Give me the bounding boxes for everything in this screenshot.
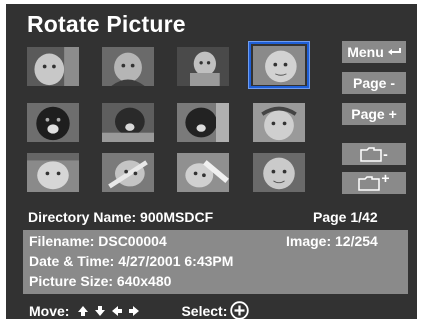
- select-button-icon: [230, 301, 250, 319]
- directory-name: Directory Name: 900MSDCF: [28, 209, 214, 225]
- dog-photo-icon: [102, 103, 154, 142]
- baby-photo-icon: [27, 47, 79, 86]
- thumbnail[interactable]: [173, 43, 233, 89]
- filename-label: Filename: DSC00004: [29, 233, 167, 249]
- baby-photo-icon: [253, 103, 305, 142]
- baby-photo-icon: [27, 153, 79, 192]
- select-label: Select:: [181, 302, 228, 319]
- folder-icon: [358, 175, 381, 191]
- thumbnail[interactable]: [249, 99, 309, 145]
- thumbnail[interactable]: [98, 43, 158, 89]
- rotate-picture-screen: Rotate Picture Menu Page - Page + - + Di…: [6, 4, 417, 319]
- thumbnail[interactable]: [23, 149, 83, 195]
- move-label: Move:: [29, 302, 70, 319]
- right-arrow-icon: [129, 305, 140, 316]
- footer-hints: Move: Select:: [29, 301, 250, 319]
- folder-prev-button[interactable]: -: [342, 143, 406, 165]
- thumbnail[interactable]: [98, 149, 158, 195]
- image-counter: Image: 12/254: [286, 233, 378, 249]
- folder-icon: [360, 146, 382, 162]
- return-arrow-icon: [387, 48, 401, 55]
- page-next-button[interactable]: Page +: [342, 103, 406, 125]
- folder-next-suffix: +: [381, 170, 390, 186]
- dog-photo-icon: [177, 103, 229, 142]
- screen-title: Rotate Picture: [27, 11, 186, 37]
- thumbnail[interactable]: [173, 99, 233, 145]
- thumbnail[interactable]: [23, 99, 83, 145]
- baby-photo-icon: [253, 46, 305, 85]
- page-next-label: Page +: [351, 106, 397, 122]
- page-prev-label: Page -: [352, 75, 395, 91]
- page-indicator: Page 1/42: [313, 209, 378, 225]
- page-prev-button[interactable]: Page -: [342, 72, 406, 94]
- thumbnail[interactable]: [173, 149, 233, 195]
- baby-photo-icon: [102, 47, 154, 86]
- folder-next-button[interactable]: +: [342, 170, 406, 194]
- dog-photo-icon: [27, 103, 79, 142]
- baby-photo-icon: [253, 153, 305, 192]
- thumbnail[interactable]: [98, 99, 158, 145]
- baby-photo-icon: [177, 47, 229, 86]
- thumbnail[interactable]: [249, 149, 309, 195]
- picture-size-label: Picture Size: 640x480: [29, 273, 172, 289]
- up-arrow-icon: [78, 305, 89, 316]
- menu-button[interactable]: Menu: [342, 41, 406, 63]
- baby-photo-icon: [102, 153, 154, 192]
- folder-prev-suffix: -: [383, 146, 388, 162]
- datetime-label: Date & Time: 4/27/2001 6:43PM: [29, 253, 234, 269]
- thumbnail-selected[interactable]: [249, 42, 309, 88]
- left-arrow-icon: [112, 305, 123, 316]
- baby-photo-icon: [177, 153, 229, 192]
- thumbnail[interactable]: [23, 43, 83, 89]
- menu-label: Menu: [347, 44, 384, 60]
- down-arrow-icon: [95, 305, 106, 316]
- picture-details-panel: Filename: DSC00004 Image: 12/254 Date & …: [23, 230, 408, 294]
